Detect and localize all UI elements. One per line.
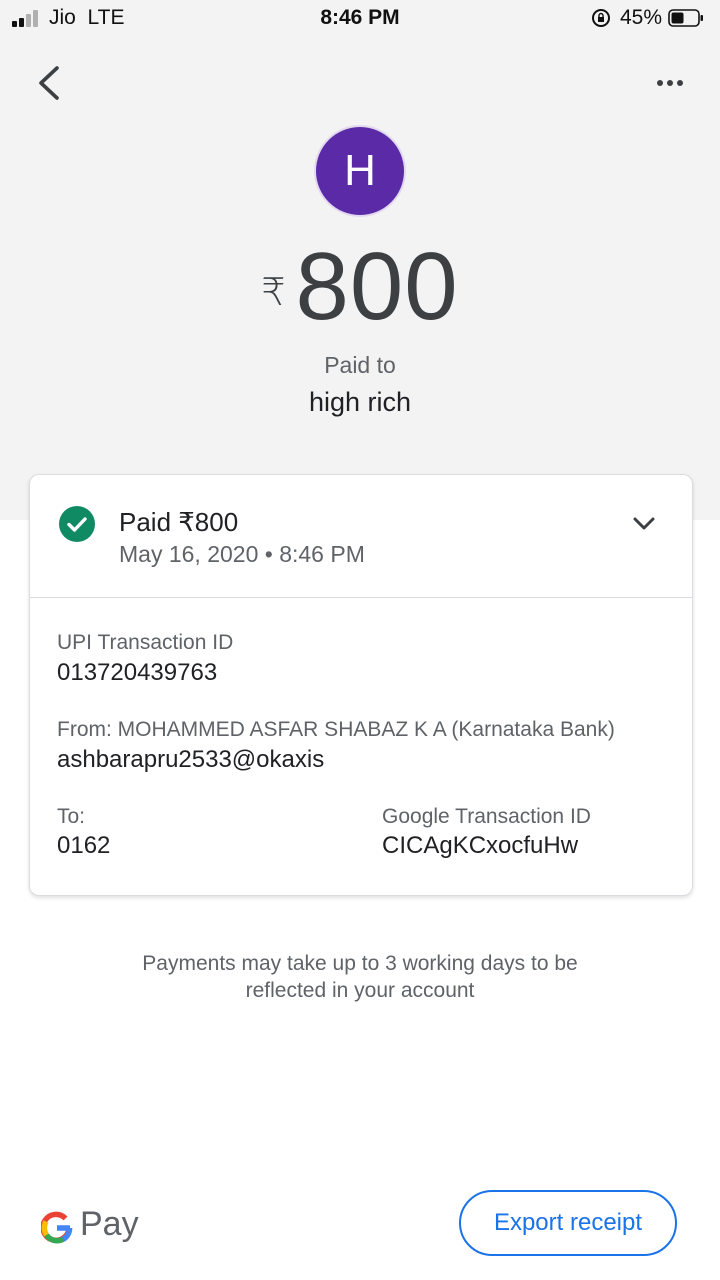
- from-upi-address: ashbarapru2533@okaxis: [57, 746, 325, 773]
- google-transaction-id-label: Google Transaction ID: [382, 805, 591, 828]
- processing-note-line1: Payments may take up to 3 working days t…: [142, 952, 578, 975]
- paid-to-label: Paid to: [324, 352, 396, 378]
- google-g-logo-icon: [41, 1211, 73, 1244]
- status-time: 8:46 PM: [320, 6, 400, 29]
- currency-symbol: ₹: [261, 272, 286, 314]
- battery-percentage: 45%: [620, 6, 663, 29]
- export-receipt-button[interactable]: Export receipt: [459, 1190, 677, 1256]
- status-bar: Jio LTE 8:46 PM 45%: [0, 0, 720, 38]
- gpay-brand-text: Pay: [80, 1205, 139, 1243]
- back-button[interactable]: [30, 62, 72, 104]
- upi-transaction-id-label: UPI Transaction ID: [57, 631, 234, 654]
- more-options-button[interactable]: [650, 66, 690, 100]
- payee-name: high rich: [308, 387, 412, 417]
- transaction-details-card: Paid ₹800 May 16, 2020 • 8:46 PM UPI Tra…: [29, 474, 693, 896]
- rotation-lock-icon: [592, 9, 610, 27]
- to-label: To:: [57, 805, 86, 828]
- to-value: 0162: [57, 832, 111, 859]
- check-circle-icon: [59, 506, 95, 542]
- transaction-status-row[interactable]: Paid ₹800 May 16, 2020 • 8:46 PM: [30, 475, 692, 598]
- processing-note-line2: reflected in your account: [245, 979, 475, 1002]
- chevron-down-icon[interactable]: [630, 511, 658, 535]
- amount-value: 800: [295, 233, 459, 340]
- processing-note: Payments may take up to 3 working days t…: [0, 950, 720, 1004]
- battery-icon: [668, 9, 703, 27]
- payment-status: Paid ₹800: [119, 507, 239, 537]
- payee-avatar: H: [316, 127, 404, 215]
- amount-display: ₹800: [0, 232, 720, 342]
- from-account-label: From: MOHAMMED ASFAR SHABAZ K A (Karnata…: [57, 718, 615, 741]
- payment-datetime: May 16, 2020 • 8:46 PM: [119, 541, 365, 567]
- google-transaction-id: CICAgKCxocfuHw: [382, 832, 579, 859]
- upi-transaction-id: 013720439763: [57, 659, 218, 686]
